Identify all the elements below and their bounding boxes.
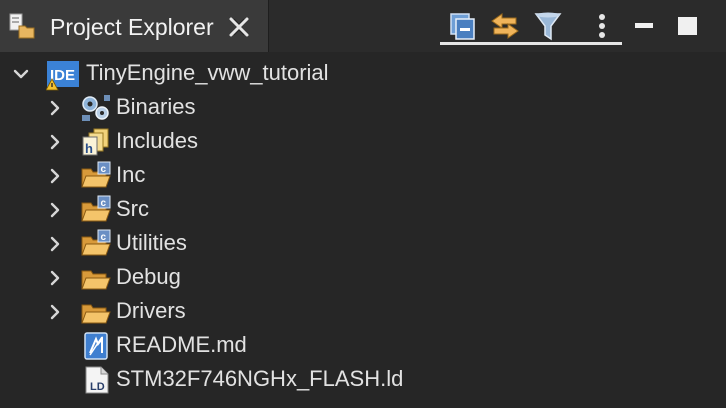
minimize-icon[interactable]	[632, 14, 658, 40]
binaries-icon	[80, 93, 112, 123]
includes-icon: h	[80, 127, 112, 157]
tree-item-utilities[interactable]: c Utilities	[0, 227, 726, 261]
tree-item-debug[interactable]: Debug	[0, 261, 726, 295]
tab-title: Project Explorer	[50, 14, 214, 40]
source-folder-icon: c	[80, 195, 112, 225]
chevron-right-icon[interactable]	[46, 235, 64, 253]
chevron-right-icon[interactable]	[46, 303, 64, 321]
folder-icon	[80, 297, 112, 327]
tree-item-label: Binaries	[116, 94, 196, 119]
tree-item-label: Src	[116, 196, 149, 221]
folder-icon	[80, 263, 112, 293]
chevron-right-icon[interactable]	[46, 269, 64, 287]
svg-text:c: c	[101, 198, 107, 209]
chevron-right-icon[interactable]	[46, 167, 64, 185]
tree-item-readme[interactable]: README.md	[0, 329, 726, 363]
svg-text:c: c	[101, 164, 107, 175]
tree-item-label: Includes	[116, 128, 198, 153]
tree-item-label: Inc	[116, 162, 146, 187]
project-explorer-icon	[8, 12, 36, 40]
source-folder-icon: c	[80, 229, 112, 259]
chevron-down-icon[interactable]	[12, 65, 30, 83]
linker-file-icon: LD	[82, 365, 114, 395]
tree-item-label: README.md	[116, 332, 247, 357]
chevron-right-icon[interactable]	[46, 133, 64, 151]
tree-item-drivers[interactable]: Drivers	[0, 295, 726, 329]
chevron-right-icon[interactable]	[46, 201, 64, 219]
tree-item-label: Drivers	[116, 298, 186, 323]
tree-item-label: Debug	[116, 264, 181, 289]
tree-item-project[interactable]: IDE TinyEngine_vww_tutorial	[0, 57, 726, 91]
maximize-icon[interactable]	[676, 14, 702, 40]
tree-item-src[interactable]: c Src	[0, 193, 726, 227]
source-folder-icon: c	[80, 161, 112, 191]
tree-item-label: TinyEngine_vww_tutorial	[86, 60, 329, 85]
view-menu-icon[interactable]	[586, 10, 622, 44]
tree-item-includes[interactable]: h Includes	[0, 125, 726, 159]
svg-text:LD: LD	[90, 381, 105, 393]
filter-icon[interactable]	[532, 10, 568, 44]
tree-item-label: STM32F746NGHx_FLASH.ld	[116, 366, 404, 391]
svg-text:h: h	[85, 141, 93, 156]
chevron-right-icon[interactable]	[46, 99, 64, 117]
toolbar-underline	[440, 42, 622, 45]
close-icon[interactable]	[228, 16, 250, 38]
tree-item-inc[interactable]: c Inc	[0, 159, 726, 193]
tree-item-linker-script[interactable]: LD STM32F746NGHx_FLASH.ld	[0, 363, 726, 397]
markdown-file-icon	[82, 331, 114, 361]
svg-text:c: c	[101, 232, 107, 243]
link-with-editor-icon[interactable]	[488, 10, 524, 44]
tree-item-label: Utilities	[116, 230, 187, 255]
tab-project-explorer[interactable]: Project Explorer	[0, 0, 269, 52]
view-header: Project Explorer	[0, 0, 726, 52]
tree-item-binaries[interactable]: Binaries	[0, 91, 726, 125]
project-explorer-panel: Project Explorer IDE TinyEngine_vww_tuto…	[0, 0, 726, 408]
collapse-all-icon[interactable]	[446, 10, 482, 44]
ide-project-icon: IDE	[45, 59, 79, 91]
